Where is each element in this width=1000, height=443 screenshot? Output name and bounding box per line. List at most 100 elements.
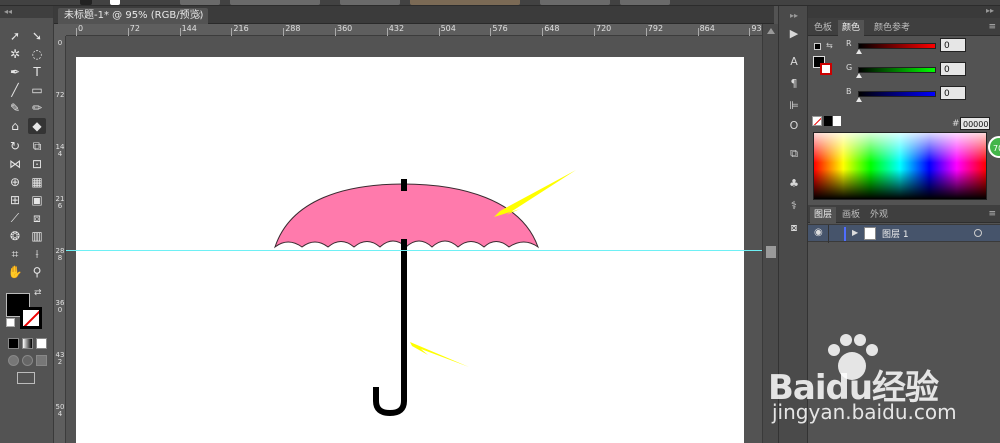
canvas-workspace[interactable] <box>66 36 762 443</box>
none-mode-icon[interactable] <box>36 338 47 349</box>
illustrator-window: ◂◂ ➚ ➘ ✲ ◌ ✒ T ╱ ▭ ✎ ✏ ⌂ ◆ ↻ ⧉ ⋈ ⊡ ⊕ ▦ ⊞… <box>0 0 1000 443</box>
expand-triangle-icon[interactable]: ▶ <box>852 228 858 237</box>
paintbrush-tool-icon[interactable]: ✎ <box>6 100 24 116</box>
panel-menu-icon[interactable]: ≡ <box>988 22 996 32</box>
horizontal-guide[interactable] <box>66 250 762 251</box>
symbols-panel-icon[interactable]: ♣ <box>786 176 802 192</box>
options-control-1[interactable] <box>180 0 220 5</box>
column-graph-tool-icon[interactable]: ▥ <box>28 228 46 244</box>
umbrella-tip <box>401 179 407 191</box>
pencil-tool-icon[interactable]: ✏ <box>28 100 46 116</box>
draw-inside-icon[interactable] <box>36 355 47 366</box>
visibility-eye-icon[interactable]: ◉ <box>814 227 823 238</box>
mesh-tool-icon[interactable]: ⊞ <box>6 192 24 208</box>
umbrella-hook <box>373 385 407 417</box>
character-panel-icon[interactable]: A <box>786 54 802 70</box>
stroke-swatch[interactable] <box>20 307 42 329</box>
blend-tool-icon[interactable]: ⧈ <box>28 210 46 226</box>
opentype-panel-icon[interactable]: O <box>786 118 802 134</box>
red-slider-track[interactable] <box>858 43 936 49</box>
blue-slider-knob[interactable] <box>856 97 862 102</box>
tab-swatches[interactable]: 色板 <box>810 20 836 36</box>
blue-slider-track[interactable] <box>858 91 936 97</box>
gradient-mode-icon[interactable] <box>22 338 33 349</box>
direct-selection-tool-icon[interactable]: ➘ <box>28 28 46 44</box>
strip-collapse-icon[interactable]: ▸▸ <box>786 8 802 24</box>
draw-normal-icon[interactable] <box>8 355 19 366</box>
blue-value-field[interactable]: 0 <box>940 86 966 100</box>
rectangle-tool-icon[interactable]: ▭ <box>28 82 46 98</box>
white-swatch[interactable] <box>833 116 841 126</box>
lasso-tool-icon[interactable]: ◌ <box>28 46 46 62</box>
layer-name[interactable]: 图层 1 <box>882 227 909 240</box>
vertical-ruler[interactable]: 0 72 144 216 288 360 432 504 <box>54 36 66 443</box>
layer-target-icon[interactable] <box>974 229 982 237</box>
line-tool-icon[interactable]: ╱ <box>6 82 24 98</box>
red-slider-knob[interactable] <box>856 49 862 54</box>
fill-indicator[interactable] <box>80 0 92 5</box>
options-control-2[interactable] <box>230 0 320 5</box>
zoom-tool-icon[interactable]: ⚲ <box>28 264 46 280</box>
green-slider-knob[interactable] <box>856 73 862 78</box>
options-control-4[interactable] <box>410 0 520 5</box>
color-spectrum[interactable] <box>813 132 987 200</box>
play-action-icon[interactable]: ▶ <box>786 26 802 42</box>
screen-mode-icon[interactable] <box>17 372 35 384</box>
draw-behind-icon[interactable] <box>22 355 33 366</box>
toolbox-grip[interactable]: ◂◂ <box>0 6 53 18</box>
scroll-up-icon[interactable] <box>767 28 775 34</box>
swap-colors-icon[interactable]: ⇄ <box>34 288 42 298</box>
free-transform-tool-icon[interactable]: ⊡ <box>28 156 46 172</box>
artboards-panel-icon[interactable]: ⧇ <box>786 220 802 236</box>
artboard-tool-icon[interactable]: ⌗ <box>6 246 24 262</box>
transform-panel-icon[interactable]: ⧉ <box>786 146 802 162</box>
lock-column[interactable] <box>828 225 829 243</box>
default-colors-icon[interactable] <box>6 318 15 327</box>
blue-label: B <box>846 87 852 96</box>
tab-color-guide[interactable]: 颜色参考 <box>870 20 914 36</box>
eraser-tool-icon[interactable]: ◆ <box>28 118 46 134</box>
color-mode-icon[interactable] <box>8 338 19 349</box>
scale-tool-icon[interactable]: ⧉ <box>28 138 46 154</box>
none-color-icon[interactable] <box>812 116 822 126</box>
scroll-thumb[interactable] <box>766 246 776 258</box>
hex-value-field[interactable]: 000000 <box>960 117 990 130</box>
tab-appearance[interactable]: 外观 <box>866 207 892 223</box>
green-slider-track[interactable] <box>858 67 936 73</box>
type-tool-icon[interactable]: T <box>28 64 46 80</box>
layer-row[interactable]: ◉ ▶ 图层 1 <box>808 224 1000 243</box>
tab-artboards[interactable]: 画板 <box>838 207 864 223</box>
options-control-3[interactable] <box>340 0 400 5</box>
green-value-field[interactable]: 0 <box>940 62 966 76</box>
tab-layers[interactable]: 图层 <box>810 207 837 223</box>
options-control-5[interactable] <box>540 0 610 5</box>
options-control-6[interactable] <box>620 0 670 5</box>
dock-collapse-icon[interactable]: ▸▸ <box>986 6 994 15</box>
slice-tool-icon[interactable]: ⟊ <box>28 246 46 262</box>
stroke-indicator[interactable] <box>110 0 120 5</box>
paragraph-panel-icon[interactable]: ¶ <box>786 76 802 92</box>
align-panel-icon[interactable]: ⊫ <box>786 98 802 114</box>
shape-builder-tool-icon[interactable]: ⊕ <box>6 174 24 190</box>
perspective-grid-tool-icon[interactable]: ▦ <box>28 174 46 190</box>
rotate-tool-icon[interactable]: ↻ <box>6 138 24 154</box>
selection-tool-icon[interactable]: ➚ <box>6 28 24 44</box>
brushes-panel-icon[interactable]: ⚕ <box>786 198 802 214</box>
symbol-sprayer-tool-icon[interactable]: ❂ <box>6 228 24 244</box>
panel-dock-header[interactable]: ▸▸ <box>808 6 1000 18</box>
pen-tool-icon[interactable]: ✒ <box>6 64 24 80</box>
close-tab-icon[interactable]: × <box>194 8 202 24</box>
red-value-field[interactable]: 0 <box>940 38 966 52</box>
eyedropper-tool-icon[interactable]: ⟋ <box>6 210 24 226</box>
hand-tool-icon[interactable]: ✋ <box>6 264 24 280</box>
gradient-tool-icon[interactable]: ▣ <box>28 192 46 208</box>
black-swatch[interactable] <box>824 116 832 126</box>
document-tab[interactable]: 未标题-1* @ 95% (RGB/预览) × <box>58 8 208 24</box>
tab-color[interactable]: 颜色 <box>838 20 865 36</box>
layers-menu-icon[interactable]: ≡ <box>988 209 996 219</box>
magic-wand-tool-icon[interactable]: ✲ <box>6 46 24 62</box>
width-tool-icon[interactable]: ⋈ <box>6 156 24 172</box>
ruler-origin[interactable] <box>54 24 66 36</box>
horizontal-ruler[interactable]: 0 72 144 216 288 360 432 504 576 648 720 792 864 936 <box>66 24 767 36</box>
blob-brush-tool-icon[interactable]: ⌂ <box>6 118 24 134</box>
